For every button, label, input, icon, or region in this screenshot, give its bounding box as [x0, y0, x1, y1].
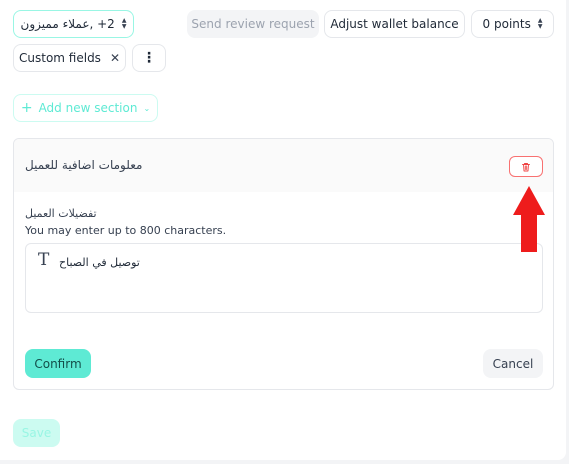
save-button[interactable]: Save [13, 419, 60, 447]
close-icon[interactable]: ✕ [110, 51, 120, 65]
send-review-request-button[interactable]: Send review request [187, 10, 319, 38]
additional-info-section: معلومات اضافية للعميل تفضيلات العميل You… [13, 138, 554, 390]
customer-groups-value: 2+ ,عملاء مميزون [20, 17, 115, 31]
up-down-chevron-icon: ▲ ▼ [121, 17, 127, 30]
points-value: 0 points [482, 17, 531, 31]
section-title: معلومات اضافية للعميل [25, 158, 143, 172]
customer-preferences-value: توصيل في الصباح [59, 256, 140, 269]
custom-fields-chip[interactable]: Custom fields ✕ [13, 44, 126, 72]
cancel-button[interactable]: Cancel [483, 349, 543, 378]
vertical-ellipsis-icon: ⋮ [142, 50, 156, 66]
field-label: تفضيلات العميل [25, 207, 97, 220]
plus-icon: + [20, 100, 33, 116]
trash-icon [522, 162, 530, 171]
customer-panel: 2+ ,عملاء مميزون ▲ ▼ Send review request … [0, 0, 566, 460]
customer-preferences-textarea[interactable]: T توصيل في الصباح [25, 243, 543, 313]
adjust-wallet-balance-button[interactable]: Adjust wallet balance [324, 10, 465, 38]
red-up-arrow-icon [513, 186, 545, 252]
add-new-section-button[interactable]: + Add new section ⌄ [13, 94, 158, 122]
more-options-button[interactable]: ⋮ [132, 44, 166, 72]
section-header: معلومات اضافية للعميل [14, 139, 553, 192]
field-hint: You may enter up to 800 characters. [25, 224, 227, 237]
confirm-button[interactable]: Confirm [25, 349, 91, 378]
text-type-icon: T [38, 250, 50, 270]
customer-groups-select[interactable]: 2+ ,عملاء مميزون ▲ ▼ [13, 10, 134, 38]
up-down-chevron-icon: ▲ ▼ [537, 17, 543, 30]
delete-section-button[interactable] [509, 156, 543, 177]
points-select[interactable]: 0 points ▲ ▼ [471, 10, 554, 38]
chevron-down-icon: ⌄ [143, 103, 151, 113]
